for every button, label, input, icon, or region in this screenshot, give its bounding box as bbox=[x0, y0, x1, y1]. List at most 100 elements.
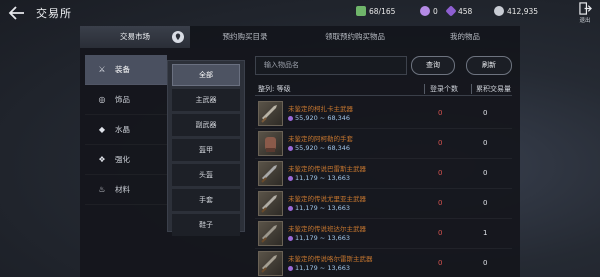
enhance-icon: ❖ bbox=[98, 155, 106, 164]
item-price-range: 55,920 ~ 68,346 bbox=[288, 144, 350, 152]
exit-button[interactable]: 退出 bbox=[576, 2, 594, 26]
sword-icon bbox=[258, 221, 283, 246]
subcategory-helmet[interactable]: 头盔 bbox=[172, 164, 240, 186]
tab-my-items[interactable]: 我的物品 bbox=[410, 26, 520, 48]
crystal-icon bbox=[445, 5, 457, 17]
item-count: 0 bbox=[438, 169, 443, 177]
category-material[interactable]: ♨ 材料 bbox=[85, 175, 167, 205]
list-item[interactable]: 未鉴定的柯扎卡主武器 55,920 ~ 68,346 0 0 bbox=[255, 99, 512, 129]
tab-reservation-list-label: 预约购买目录 bbox=[222, 32, 268, 41]
list-item[interactable]: 未鉴定的传说咯尔雷斯主武器 11,179 ~ 13,663 0 0 bbox=[255, 249, 512, 277]
crystal-icon bbox=[288, 175, 293, 181]
header-divider bbox=[471, 84, 472, 94]
item-price: 11,179 ~ 13,663 bbox=[295, 174, 351, 182]
item-price-range: 11,179 ~ 13,663 bbox=[288, 204, 350, 212]
potion-icon: ♨ bbox=[98, 185, 106, 194]
orb-icon bbox=[420, 6, 430, 16]
crystal-currency: 458 bbox=[445, 4, 473, 18]
tab-market[interactable]: 交易市场 bbox=[80, 26, 190, 48]
count-column-header[interactable]: 登录个数 bbox=[430, 84, 458, 94]
item-price: 11,179 ~ 13,663 bbox=[295, 234, 351, 242]
orb-currency: 0 bbox=[420, 4, 438, 18]
category-equipment[interactable]: ⚔ 装备 bbox=[85, 55, 167, 85]
item-count: 0 bbox=[438, 199, 443, 207]
glove-icon bbox=[258, 131, 283, 156]
item-count: 0 bbox=[438, 109, 443, 117]
category-crystal[interactable]: ◆ 水晶 bbox=[85, 115, 167, 145]
item-name: 未鉴定的传说巴雷斯主武器 bbox=[288, 165, 366, 173]
item-price: 11,179 ~ 13,663 bbox=[295, 204, 351, 212]
subcategory-all[interactable]: 全部 bbox=[172, 64, 240, 86]
item-volume: 0 bbox=[483, 139, 488, 147]
category-accessory[interactable]: ◎ 饰品 bbox=[85, 85, 167, 115]
item-count: 0 bbox=[438, 259, 443, 267]
crystal-icon bbox=[288, 145, 293, 151]
silver-coin-icon bbox=[494, 6, 504, 16]
bag-capacity-value: 68/165 bbox=[369, 6, 396, 16]
bag-capacity: 68/165 bbox=[356, 4, 395, 18]
item-name: 未鉴定的柯扎卡主武器 bbox=[288, 105, 353, 113]
sword-icon bbox=[258, 191, 283, 216]
crystal-icon bbox=[288, 115, 293, 121]
category-accessory-label: 饰品 bbox=[115, 95, 130, 104]
item-price-range: 11,179 ~ 13,663 bbox=[288, 174, 350, 182]
item-name: 未鉴定的传说尤里亚主武器 bbox=[288, 195, 366, 203]
subcategory-gloves[interactable]: 手套 bbox=[172, 189, 240, 211]
list-item[interactable]: 未鉴定的传说班达尔主武器 11,179 ~ 13,663 0 1 bbox=[255, 219, 512, 249]
tab-reservation-list[interactable]: 预约购买目录 bbox=[190, 26, 300, 48]
back-arrow-button[interactable] bbox=[8, 4, 26, 22]
crystal-icon bbox=[288, 265, 293, 271]
query-button[interactable]: 查询 bbox=[411, 56, 455, 75]
crystal-currency-value: 458 bbox=[458, 6, 473, 16]
tab-claim-reserved-label: 领取预约购买物品 bbox=[325, 32, 385, 41]
subcategory-armor[interactable]: 盔甲 bbox=[172, 139, 240, 161]
item-price-range: 55,920 ~ 68,346 bbox=[288, 114, 350, 122]
category-crystal-label: 水晶 bbox=[115, 125, 130, 134]
silver-currency: 412,935 bbox=[494, 4, 538, 18]
sort-dropdown[interactable]: 整列: 等级 bbox=[258, 84, 291, 94]
volume-column-header[interactable]: 累积交易量 bbox=[476, 84, 511, 94]
item-price: 55,920 ~ 68,346 bbox=[295, 144, 351, 152]
back-arrow-icon bbox=[8, 6, 24, 20]
category-enhance[interactable]: ❖ 强化 bbox=[85, 145, 167, 175]
bag-icon bbox=[356, 6, 366, 16]
list-item[interactable]: 未鉴定的阿柯勒的手套 55,920 ~ 68,346 0 0 bbox=[255, 129, 512, 159]
item-volume: 0 bbox=[483, 199, 488, 207]
crystal-icon bbox=[288, 235, 293, 241]
item-name: 未鉴定的传说班达尔主武器 bbox=[288, 225, 366, 233]
item-price: 55,920 ~ 68,346 bbox=[295, 114, 351, 122]
subcategory-main-weapon[interactable]: 主武器 bbox=[172, 89, 240, 111]
item-volume: 1 bbox=[483, 229, 488, 237]
tab-claim-reserved[interactable]: 领取预约购买物品 bbox=[300, 26, 410, 48]
search-input[interactable]: 输入物品名 bbox=[255, 56, 407, 75]
list-item[interactable]: 未鉴定的传说巴雷斯主武器 11,179 ~ 13,663 0 0 bbox=[255, 159, 512, 189]
sword-icon bbox=[258, 251, 283, 276]
category-enhance-label: 强化 bbox=[115, 155, 130, 164]
crossed-swords-icon: ⚔ bbox=[98, 65, 106, 74]
item-volume: 0 bbox=[483, 169, 488, 177]
tab-market-label: 交易市场 bbox=[120, 32, 150, 41]
subcategory-sub-weapon[interactable]: 副武器 bbox=[172, 114, 240, 136]
item-name: 未鉴定的阿柯勒的手套 bbox=[288, 135, 353, 143]
exit-label: 退出 bbox=[579, 18, 591, 24]
subcategory-list: 全部 主武器 副武器 盔甲 头盔 手套 鞋子 bbox=[167, 60, 245, 236]
subcategory-shoes[interactable]: 鞋子 bbox=[172, 214, 240, 236]
sword-icon bbox=[258, 101, 283, 126]
category-material-label: 材料 bbox=[115, 185, 130, 194]
main-tabs: 交易市场 预约购买目录 领取预约购买物品 我的物品 bbox=[80, 26, 520, 48]
map-marker-icon[interactable] bbox=[172, 31, 184, 43]
refresh-button[interactable]: 刷新 bbox=[466, 56, 512, 75]
tab-my-items-label: 我的物品 bbox=[450, 32, 480, 41]
list-item[interactable]: 未鉴定的传说尤里亚主武器 11,179 ~ 13,663 0 0 bbox=[255, 189, 512, 219]
item-price-range: 11,179 ~ 13,663 bbox=[288, 264, 350, 272]
exit-icon bbox=[578, 2, 592, 15]
item-list: 未鉴定的柯扎卡主武器 55,920 ~ 68,346 0 0 未鉴定的阿柯勒的手… bbox=[255, 99, 512, 277]
crystal-icon: ◆ bbox=[98, 125, 106, 134]
item-count: 0 bbox=[438, 139, 443, 147]
item-price-range: 11,179 ~ 13,663 bbox=[288, 234, 350, 242]
list-header: 整列: 等级 登录个数 累积交易量 bbox=[255, 82, 512, 96]
crystal-icon bbox=[288, 205, 293, 211]
item-count: 0 bbox=[438, 229, 443, 237]
item-name: 未鉴定的传说咯尔雷斯主武器 bbox=[288, 255, 373, 263]
page-title: 交易所 bbox=[36, 7, 72, 20]
